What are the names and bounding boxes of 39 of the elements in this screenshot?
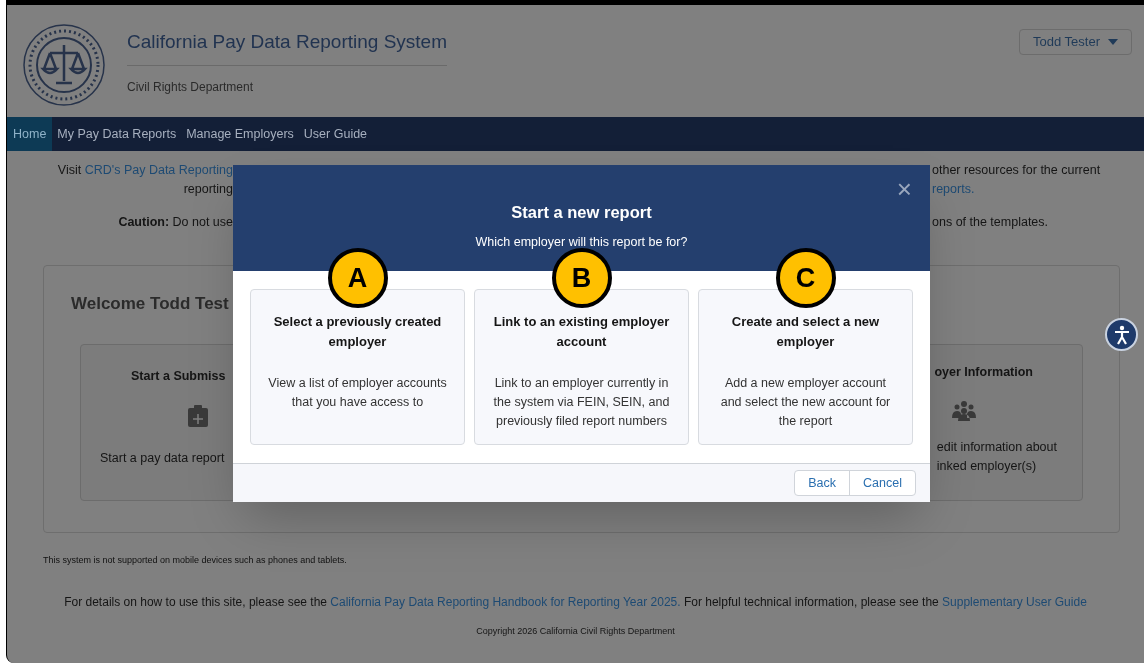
modal-subtitle: Which employer will this report be for? [475,233,688,251]
copyright-text: Copyright 2026 California Civil Rights Department [475,624,676,638]
option-description: Link to an employer currently in the system via FEIN, SEIN, and previously filed report numbers [492,375,671,430]
option-description: Add a new employer account and select the new account for the report [719,375,892,430]
accessibility-icon [1112,324,1131,345]
accessibility-button[interactable] [1105,318,1138,351]
nav-tab[interactable]: Home [7,117,53,151]
card-title: oyer Information [934,363,1033,381]
group-icon [952,401,976,422]
department-name: Civil Rights Department [127,79,255,96]
user-menu-button[interactable]: Todd Tester [1019,29,1132,55]
option-title: Select a previously created employer [272,313,443,351]
welcome-heading: Welcome Todd Test [71,293,230,315]
close-button[interactable]: × [896,175,912,203]
nav-tab[interactable]: My Pay Data Reports [52,117,182,151]
card-description: edit information about inked employer(s) [936,439,1057,476]
cancel-button[interactable]: Cancel [849,471,915,495]
notice-text: Visit [57,162,83,179]
card-description: Start a pay data report [100,450,225,468]
option-card[interactable]: Select a previously created employer View a list of employer accounts that you have access to [250,289,465,445]
notice-text: other resources for the current [932,162,1101,179]
notice-text: Caution: Do not use [118,214,233,231]
caret-icon [1108,39,1118,45]
option-title: Link to an existing employer account [492,313,671,351]
option-card[interactable]: Link to an existing employer account Link to an employer currently in the system via FEIN, SEIN, and previously filed report numbers [474,289,689,445]
notice-text: reporting [183,181,233,198]
option-title: Create and select a new employer [730,313,881,351]
option-description: View a list of employer accounts that you have access to [267,375,448,411]
notice-text: ons of the templates. [932,214,1049,231]
site-title: California Pay Data Reporting System [127,29,447,66]
clipboard-plus-icon [188,405,208,428]
option-card[interactable]: Create and select a new employer Add a new employer account and select the new account for the report [698,289,913,445]
nav-tab[interactable]: User Guide [298,117,373,151]
mobile-notice: This system is not supported on mobile devices such as phones and tablets. [43,554,348,567]
modal-title: Start a new report [511,202,652,223]
back-button[interactable]: Back [795,471,850,495]
help-text: For details on how to use this site, please see the California Pay Data Reporting Handbook for Reporting Year 2025. For helpful technical information, please see the Supplementary User Guide [63,593,1088,611]
nav-tab[interactable]: Manage Employers [181,117,299,151]
card-title: Start a Submiss [131,367,226,385]
